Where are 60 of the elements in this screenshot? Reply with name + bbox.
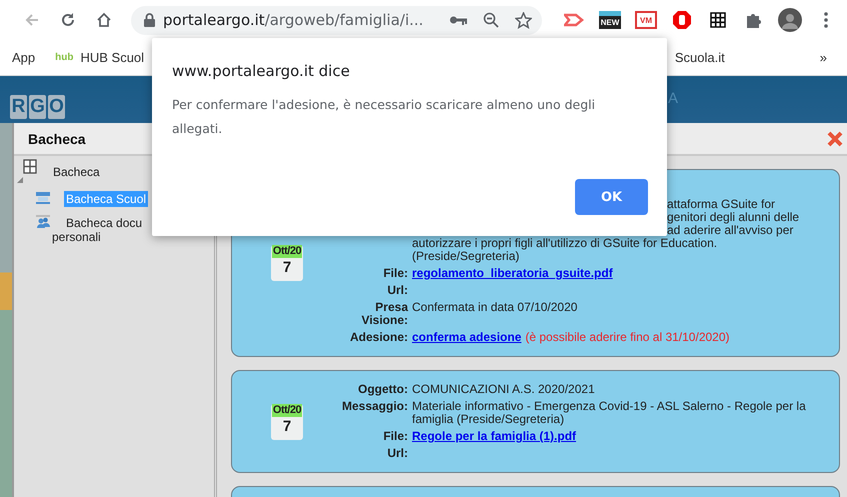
field-label: Url: <box>386 284 408 297</box>
address-bar[interactable]: portaleargo.it/argoweb/famiglia/i... <box>131 6 542 34</box>
kebab-menu-icon <box>824 12 828 28</box>
grid-icon <box>710 12 726 28</box>
file-link[interactable]: regolamento_liberatoria_gsuite.pdf <box>412 266 613 280</box>
expanded-icon[interactable] <box>17 177 23 183</box>
puzzle-icon <box>745 11 763 29</box>
field-label: Messaggio: <box>340 400 408 415</box>
dialog-message: Per confermare l'adesione, è necessario scaricare almeno uno degli allegati. <box>172 96 596 138</box>
home-icon <box>96 12 112 28</box>
field-value: Confermata in data 07/10/2020 <box>412 301 578 316</box>
people-icon <box>36 215 50 228</box>
date-day: 7 <box>282 258 292 278</box>
field-label: Adesione: <box>348 331 408 344</box>
message-text-fragment: attaforma GSuite for <box>666 198 776 211</box>
logo-letter: R <box>10 95 27 119</box>
logo-letter: O <box>48 95 65 119</box>
field-label: File: <box>382 267 408 280</box>
arrow-tag-icon <box>564 13 584 27</box>
dialog-title: www.portaleargo.it dice <box>172 62 351 80</box>
avatar-icon <box>778 8 802 32</box>
field-label: Presa Visione: <box>360 301 408 327</box>
message-text: autorizzare i propri figli all'utilizzo di GSuite for Education. <box>412 237 718 250</box>
confirm-link[interactable]: conferma adesione <box>412 330 522 344</box>
deadline-note: (è possibile aderire fino al 31/10/2020) <box>525 330 730 344</box>
file-link[interactable]: Regole per la famiglia (1).pdf <box>412 429 576 443</box>
bookmarks-overflow-button[interactable]: » <box>820 50 827 65</box>
url-text: portaleargo.it/argoweb/famiglia/i... <box>163 11 424 29</box>
tree-item[interactable]: Bacheca <box>53 165 100 179</box>
message-text: (Preside/Segreteria) <box>412 250 520 263</box>
star-icon[interactable] <box>515 12 532 28</box>
logo-letter: G <box>29 95 46 119</box>
date-month: Ott/20 <box>272 404 302 416</box>
sign-board-icon <box>36 191 50 204</box>
field-label: File: <box>382 430 408 443</box>
message-text-fragment: genitori degli alunni delle <box>666 211 800 224</box>
date-month: Ott/20 <box>272 245 302 258</box>
bookmark-link[interactable]: App <box>12 50 36 65</box>
window-title: Bacheca <box>28 130 86 146</box>
extension-button[interactable]: VM <box>635 11 657 29</box>
extension-button[interactable]: NEW <box>599 11 621 29</box>
folder-grid-icon <box>23 159 37 174</box>
field-value: COMUNICAZIONI A.S. 2020/2021 <box>412 383 596 396</box>
zoom-out-icon[interactable] <box>483 12 499 28</box>
close-button[interactable] <box>827 130 843 146</box>
stop-hand-icon <box>672 10 692 30</box>
tree-item[interactable]: Bacheca docu personali <box>50 215 144 245</box>
close-icon <box>827 130 843 146</box>
reload-icon <box>60 12 76 28</box>
date-day: 7 <box>282 416 292 436</box>
field-label: Url: <box>386 447 408 460</box>
hub-logo: hub <box>55 52 74 63</box>
field-value: Materiale informativo - Emergenza Covid-19 - ASL Salerno - Regole per la famiglia (Preside/Segreteria) <box>412 400 807 426</box>
ok-button[interactable]: OK <box>575 179 648 215</box>
bookmark-link[interactable]: Scuola.it <box>674 50 725 65</box>
key-icon[interactable] <box>449 15 467 25</box>
field-label: Oggetto: <box>357 383 408 396</box>
message-text-fragment: ad aderire all'avviso per <box>666 224 794 237</box>
bookmark-link[interactable]: HUB Scuol <box>80 50 144 65</box>
lock-icon <box>144 13 155 27</box>
